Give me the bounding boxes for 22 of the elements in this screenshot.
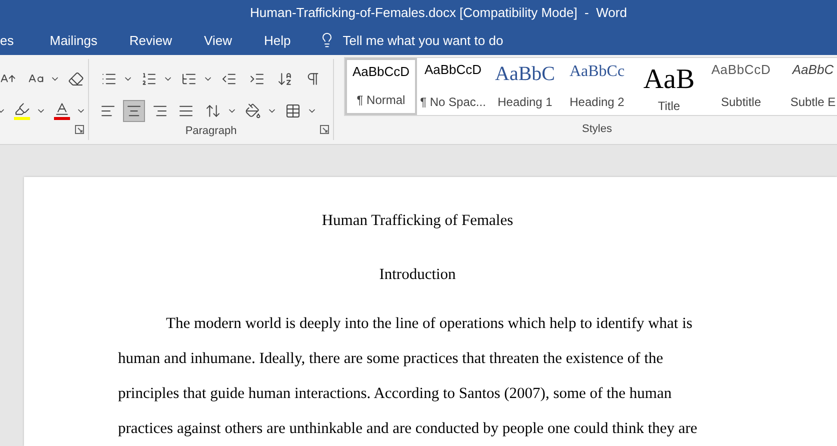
tell-me-search[interactable]: Tell me what you want to do [342,30,504,50]
body-paragraph: The modern world is deeply into the line of operations which help to identify what is human and inhumane. Ideally, there are some practices that threaten the existence of the principles that guide human interactions. According to Santos (2007), some of the human practices against others are unthinkable and are conducted by people one could think they are [118,314,698,439]
dialog-launcher-icon[interactable] [75,124,84,134]
group-label: Paragraph [185,124,237,138]
ribbon-tab[interactable]: View [188,26,248,54]
style-card[interactable]: AaBbCcD ¶ Normal [345,58,417,114]
ribbon-tab[interactable]: es [0,26,34,54]
style-card[interactable]: AaBbC Subtle E [777,58,837,114]
ribbon-tab[interactable]: Help [248,26,307,54]
dialog-launcher-icon[interactable] [320,124,329,134]
style-card[interactable]: AaBbCcD Subtitle [705,58,777,114]
style-card[interactable]: AaB Title [633,58,705,114]
style-card[interactable]: AaBbCcD ¶ No Spac... [417,58,489,114]
style-card[interactable]: AaBbCc Heading 2 [561,58,633,114]
align-button[interactable] [123,100,145,122]
ribbon-tab[interactable]: Review [113,26,188,54]
ribbon-tab[interactable]: Mailings [34,26,114,54]
group-label: Styles [582,122,612,137]
style-card[interactable]: AaBbC Heading 1 [489,58,561,114]
document-heading: Introduction [378,264,457,285]
window-title: Human-Trafficking-of-Females.docx [Compatibility Mode] - Word [250,4,627,22]
document-title: Human Trafficking of Females [320,210,514,230]
